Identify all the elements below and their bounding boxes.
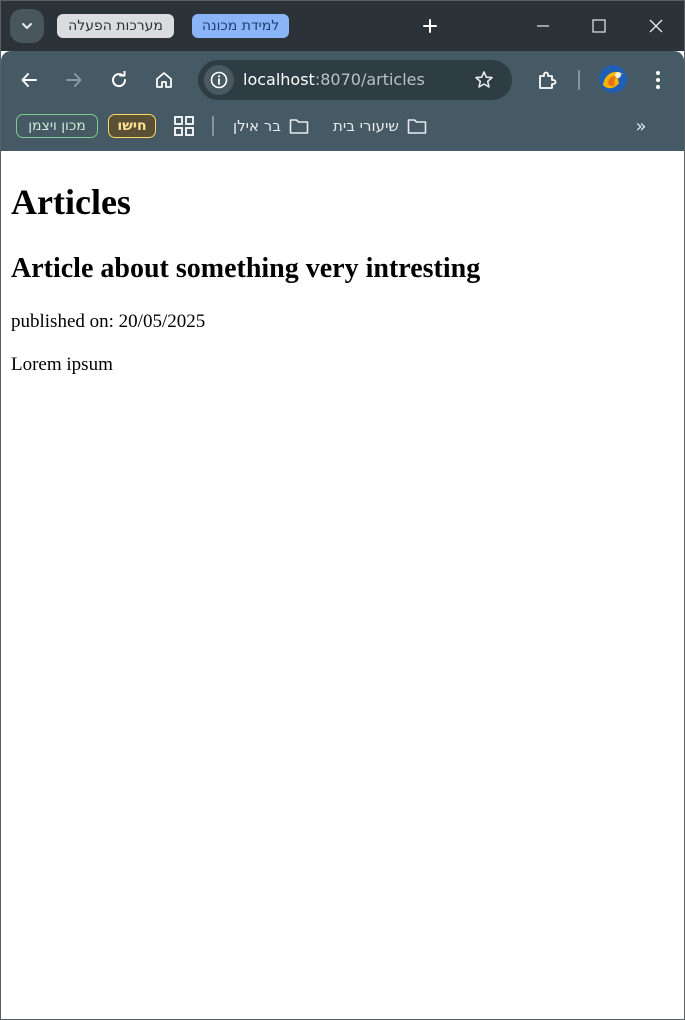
browser-toolbar: localhost:8070/articles מכון ויצמן חישו … xyxy=(1,51,684,151)
maximize-icon xyxy=(592,19,606,33)
reload-button[interactable] xyxy=(103,64,135,96)
back-button[interactable] xyxy=(13,64,45,96)
browser-menu-button[interactable] xyxy=(642,64,674,96)
bookmark-group-weizmann[interactable]: מכון ויצמן xyxy=(16,114,98,138)
profile-avatar-icon xyxy=(599,65,627,93)
info-icon xyxy=(210,71,228,89)
maximize-button[interactable] xyxy=(579,6,619,46)
toolbar-divider xyxy=(578,70,580,90)
tab-search-button[interactable] xyxy=(10,9,44,43)
tab-group-operating-systems[interactable]: מערכות הפעלה xyxy=(57,14,174,38)
close-icon xyxy=(649,19,663,33)
bookmark-folder-label: בר אילן xyxy=(233,117,281,135)
arrow-right-icon xyxy=(66,73,82,87)
star-icon xyxy=(475,71,493,88)
bookmark-folder-label: שיעורי בית xyxy=(333,117,399,135)
bookmark-star-button[interactable] xyxy=(470,66,498,94)
bookmark-folder-homework[interactable]: שיעורי בית xyxy=(333,113,427,139)
extensions-button[interactable] xyxy=(531,64,563,96)
article-title: Article about something very intresting xyxy=(11,253,481,284)
site-info-button[interactable] xyxy=(204,65,234,95)
bookmark-folder-bar-ilan[interactable]: בר אילן xyxy=(233,113,309,139)
minimize-button[interactable] xyxy=(523,6,563,46)
folder-icon xyxy=(407,119,427,134)
apps-button[interactable] xyxy=(173,115,195,137)
address-bar[interactable]: localhost:8070/articles xyxy=(198,60,512,100)
reload-icon xyxy=(112,71,127,88)
tab-group-machine-learning[interactable]: למידת מכונה xyxy=(192,14,289,38)
article-published-date: published on: 20/05/2025 xyxy=(11,311,206,332)
puzzle-piece-icon xyxy=(539,71,557,89)
home-icon xyxy=(156,72,172,88)
web-page-content: Articles Article about something very in… xyxy=(1,151,684,1019)
browser-window: מערכות הפעלה למידת מכונה localhost:8070/… xyxy=(0,0,685,1020)
close-window-button[interactable] xyxy=(636,6,676,46)
new-tab-button[interactable] xyxy=(415,11,445,41)
article-body: Lorem ipsum xyxy=(11,354,113,375)
forward-button[interactable] xyxy=(58,64,90,96)
home-button[interactable] xyxy=(148,64,180,96)
folder-icon xyxy=(289,119,309,134)
profile-avatar[interactable] xyxy=(599,65,627,93)
chevron-down-icon xyxy=(22,23,32,29)
url-text[interactable]: localhost:8070/articles xyxy=(243,60,425,100)
plus-icon xyxy=(423,19,437,33)
more-bookmarks-button[interactable]: » xyxy=(629,114,653,138)
minimize-icon xyxy=(537,25,549,27)
more-vertical-icon xyxy=(656,71,660,89)
title-bar: מערכות הפעלה למידת מכונה xyxy=(1,1,684,51)
url-path: :8070/articles xyxy=(314,70,425,89)
arrow-left-icon xyxy=(21,73,37,87)
url-host: localhost xyxy=(243,70,315,89)
grid-icon xyxy=(174,116,194,136)
bookmark-group-chisho[interactable]: חישו xyxy=(108,114,156,138)
page-heading: Articles xyxy=(11,182,131,222)
bookmarks-divider xyxy=(212,116,214,136)
